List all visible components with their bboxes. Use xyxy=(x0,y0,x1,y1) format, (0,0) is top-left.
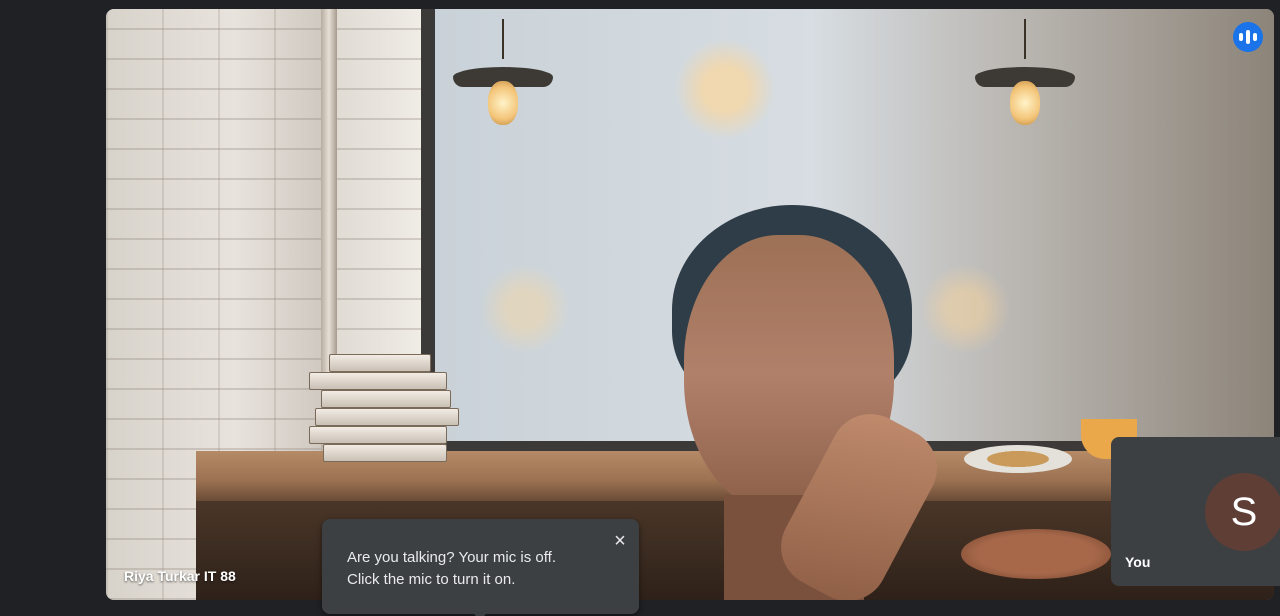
toast-message-line-2: Click the mic to turn it on. xyxy=(347,571,516,588)
meeting-stage: Riya Turkar IT 88 S You Are you talking?… xyxy=(0,0,1280,616)
avatar: S xyxy=(1205,473,1280,551)
cookie-plate xyxy=(964,445,1072,473)
close-icon[interactable]: × xyxy=(608,529,632,553)
mic-off-toast: Are you talking? Your mic is off. Click … xyxy=(322,519,639,616)
audio-level-icon xyxy=(1233,22,1263,52)
toast-message: Are you talking? Your mic is off. Click … xyxy=(347,547,556,591)
participant-video-tile[interactable] xyxy=(106,9,1274,600)
toast-message-line-1: Are you talking? Your mic is off. xyxy=(347,549,557,566)
self-tile-label: You xyxy=(1125,554,1151,570)
pendant-lamp-left xyxy=(453,19,553,139)
participant-name-label: Riya Turkar IT 88 xyxy=(124,568,236,584)
pendant-lamp-right xyxy=(975,19,1075,139)
book-stack xyxy=(309,354,459,469)
self-video-tile[interactable]: S You xyxy=(1111,437,1280,586)
bar-stool xyxy=(961,529,1111,579)
toast-pointer-arrow xyxy=(472,612,488,616)
participant-person xyxy=(654,205,974,600)
